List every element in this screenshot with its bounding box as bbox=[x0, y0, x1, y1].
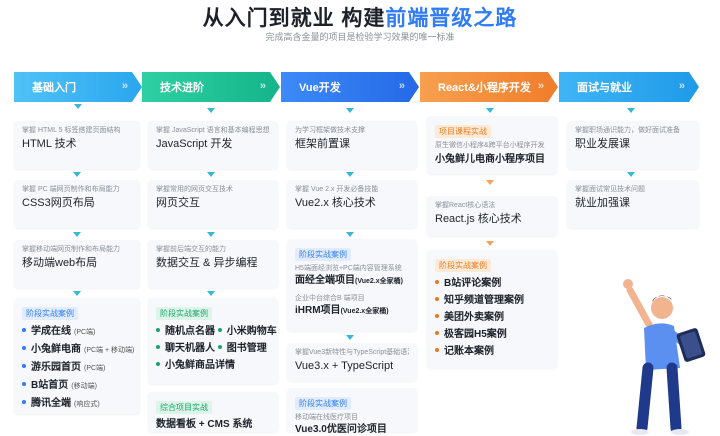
double-chevron-icon: » bbox=[537, 80, 542, 92]
double-chevron-icon: » bbox=[678, 80, 683, 92]
bullet-icon bbox=[156, 345, 160, 350]
down-arrow-icon bbox=[73, 232, 81, 237]
project-item[interactable]: 小米购物车 bbox=[217, 323, 277, 340]
project-item[interactable]: 知乎频道管理案例 bbox=[435, 292, 549, 309]
bullet-icon bbox=[217, 328, 222, 333]
project-tag: 项目课程实战 bbox=[435, 125, 491, 138]
course-card[interactable]: 掌握 HTML 5 标签搭建页面结构 HTML 技术 bbox=[14, 121, 140, 169]
bullet-icon bbox=[435, 314, 439, 319]
project-tag: 阶段实战案例 bbox=[295, 397, 351, 410]
project-item[interactable]: 小兔鲜商品详情 bbox=[156, 357, 270, 374]
course-card[interactable]: 掌握前后端交互的能力 数据交互 & 异步编程 bbox=[148, 240, 278, 288]
project-item[interactable]: iHRM项目(Vue2.x全家桶) bbox=[295, 304, 409, 318]
down-arrow-icon bbox=[346, 172, 354, 177]
bullet-icon bbox=[435, 331, 439, 336]
bullet-icon bbox=[435, 280, 439, 285]
project-card[interactable]: 阶段实战案例 学成在线 (PC端) 小兔鲜电商 (PC端 + 移动端) 游乐园首页(… bbox=[14, 298, 140, 414]
project-card[interactable]: 阶段实战案例 随机点名器 小米购物车 聊天机器人 图书管理 小兔鲜商品详情 bbox=[148, 298, 278, 384]
double-chevron-icon: » bbox=[259, 80, 264, 92]
down-arrow-icon bbox=[346, 108, 354, 113]
course-card[interactable]: 掌握 PC 端网页制作和布局能力 CSS3网页布局 bbox=[14, 180, 140, 228]
bullet-icon bbox=[156, 362, 160, 367]
down-arrow-icon bbox=[627, 108, 635, 113]
down-arrow-icon bbox=[486, 241, 494, 246]
stage-banner-vue[interactable]: Vue开发» bbox=[281, 72, 419, 102]
bullet-icon bbox=[156, 328, 160, 333]
bullet-icon bbox=[435, 348, 439, 353]
project-card[interactable]: 阶段实战案例 B站评论案例 知乎频道管理案例 美团外卖案例 极客园H5案例 记账… bbox=[427, 250, 557, 368]
down-arrow-icon bbox=[73, 291, 81, 296]
project-item[interactable]: 腾讯全端 (响应式) bbox=[22, 395, 132, 413]
bullet-icon bbox=[22, 328, 26, 333]
down-arrow-icon bbox=[486, 180, 494, 185]
down-arrow-icon bbox=[486, 108, 494, 113]
project-tag: 综合项目实战 bbox=[156, 401, 212, 414]
project-item[interactable]: Vue3.0优医问诊项目 bbox=[295, 423, 409, 436]
project-item-row: 随机点名器 小米购物车 bbox=[156, 323, 277, 340]
project-card[interactable]: 阶段实战案例 H5端面经浏览+PC端内容管理系统 面经全端项目(Vue2.x全家… bbox=[287, 239, 417, 331]
down-arrow-icon bbox=[207, 291, 215, 296]
project-item[interactable]: 图书管理 bbox=[217, 340, 267, 357]
down-arrow-icon bbox=[207, 108, 215, 113]
project-item[interactable]: 美团外卖案例 bbox=[435, 309, 549, 326]
project-item[interactable]: 面经全端项目(Vue2.x全家桶) bbox=[295, 274, 409, 288]
project-item[interactable]: B站首页 (移动端) bbox=[22, 377, 132, 395]
project-item[interactable]: 聊天机器人 bbox=[156, 340, 215, 357]
down-arrow-icon bbox=[73, 172, 81, 177]
bullet-icon bbox=[22, 364, 26, 369]
down-arrow-icon bbox=[627, 172, 635, 177]
down-arrow-icon bbox=[346, 335, 354, 340]
stage-banner-react[interactable]: React&小程序开发» bbox=[420, 72, 558, 102]
arrow-col1 bbox=[14, 104, 142, 109]
bullet-icon bbox=[22, 400, 26, 405]
down-arrow-icon bbox=[346, 232, 354, 237]
course-card[interactable]: 掌握职场通识能力，做好面试准备 职业发展课 bbox=[567, 121, 699, 169]
project-item-row: 聊天机器人 图书管理 bbox=[156, 340, 270, 357]
project-tag: 阶段实战案例 bbox=[295, 248, 351, 261]
stage-banner-advanced[interactable]: 技术进阶» bbox=[142, 72, 280, 102]
course-card[interactable]: 掌握 JavaScript 语言和基本编程思想 JavaScript 开发 bbox=[148, 121, 278, 169]
stage-banner-career[interactable]: 面试与就业» bbox=[559, 72, 699, 102]
course-card[interactable]: 掌握React核心语法 React.js 核心技术 bbox=[427, 196, 557, 236]
project-item[interactable]: B站评论案例 bbox=[435, 275, 549, 292]
course-card[interactable]: 掌握Vue3新特性与TypeScript基础语法 Vue3.x + TypeSc… bbox=[287, 343, 417, 381]
down-arrow-icon bbox=[74, 104, 82, 109]
project-course-card[interactable]: 项目课程实战 原生微信小程序&跨平台小程序开发 小兔鲜儿电商小程序项目 bbox=[427, 116, 557, 174]
down-arrow-icon bbox=[207, 172, 215, 177]
bullet-icon bbox=[217, 345, 222, 350]
course-card[interactable]: 掌握常用的网页交互技术 网页交互 bbox=[148, 180, 278, 228]
course-card[interactable]: 掌握 Vue 2.x 开发必备技能 Vue2.x 核心技术 bbox=[287, 180, 417, 228]
project-item[interactable]: 小兔鲜电商 (PC端 + 移动端) bbox=[22, 341, 134, 359]
double-chevron-icon: » bbox=[121, 80, 126, 92]
stage-banner-basics[interactable]: 基础入门» bbox=[14, 72, 142, 102]
project-tag: 阶段实战案例 bbox=[435, 259, 491, 272]
project-tag: 阶段实战案例 bbox=[22, 307, 78, 320]
project-item[interactable]: 记账本案例 bbox=[435, 343, 549, 360]
project-item[interactable]: 学成在线 (PC端) bbox=[22, 323, 132, 341]
project-item[interactable]: 极客园H5案例 bbox=[435, 326, 549, 343]
project-tag: 阶段实战案例 bbox=[156, 307, 212, 320]
final-project-card[interactable]: 综合项目实战 数据看板 + CMS 系统 bbox=[148, 392, 278, 432]
bullet-icon bbox=[22, 346, 26, 351]
course-card[interactable]: 掌握面试常见技术问题 就业加强课 bbox=[567, 180, 699, 228]
bullet-icon bbox=[22, 382, 26, 387]
bullet-icon bbox=[435, 297, 439, 302]
project-item[interactable]: 游乐园首页 (PC端) bbox=[22, 359, 132, 377]
down-arrow-icon bbox=[207, 232, 215, 237]
person-with-tablet-illustration bbox=[623, 279, 706, 435]
double-chevron-icon: » bbox=[398, 80, 403, 92]
page-subtitle: 完成高含金量的项目是检验学习效果的唯一标准 bbox=[265, 32, 455, 42]
course-card[interactable]: 为学习框架做技术支撑 框架前置课 bbox=[287, 121, 417, 169]
project-item[interactable]: 随机点名器 bbox=[156, 323, 215, 340]
project-card[interactable]: 阶段实战案例 移动端在线医疗项目 Vue3.0优医问诊项目 bbox=[287, 388, 417, 435]
page-title: 从入门到就业 构建前端晋级之路 bbox=[202, 7, 518, 30]
course-card[interactable]: 掌握移动端网页制作和布局能力 移动端web布局 bbox=[14, 240, 140, 288]
